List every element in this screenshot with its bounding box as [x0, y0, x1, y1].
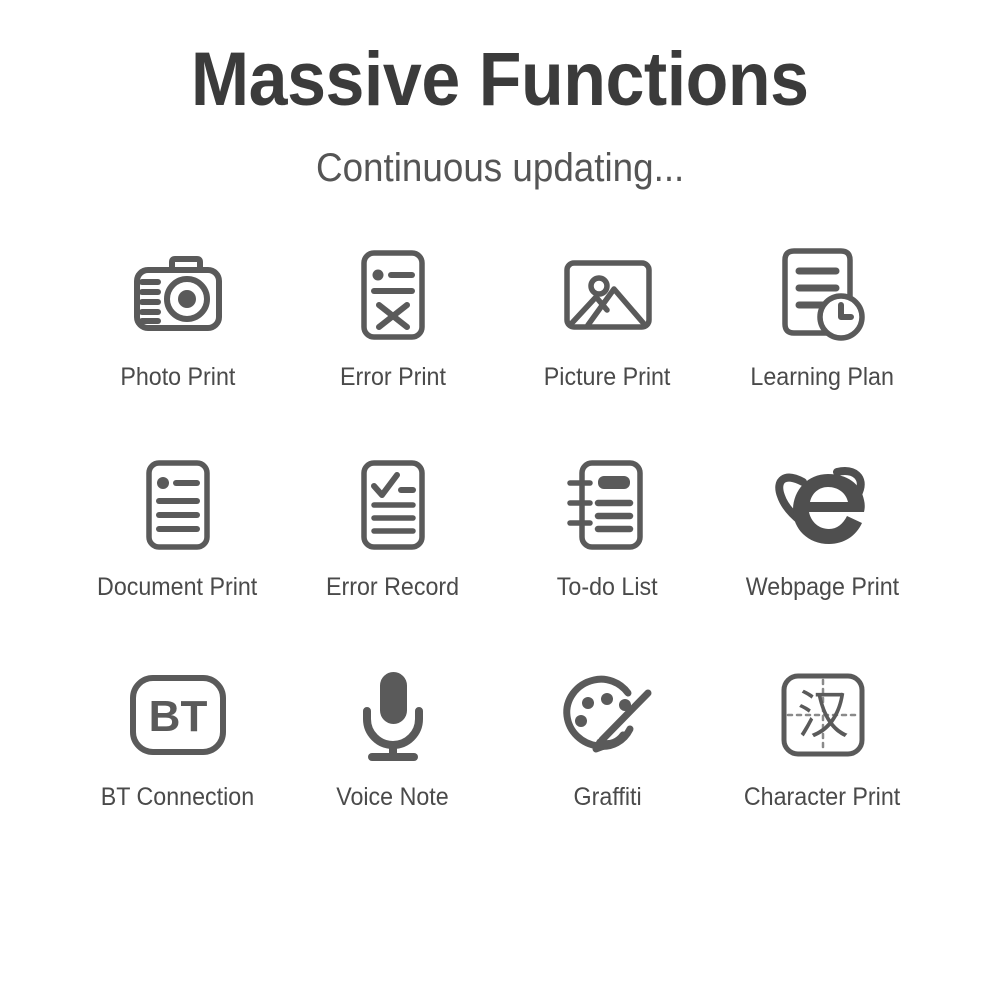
document-check-icon [355, 452, 431, 558]
feature-item-error-print[interactable]: Error Print [285, 242, 500, 442]
feature-item-webpage-print[interactable]: Webpage Print [715, 452, 930, 652]
feature-item-bt-connection[interactable]: BT BT Connection [70, 662, 285, 862]
bluetooth-bt-icon: BT [128, 662, 228, 768]
bt-glyph: BT [148, 692, 207, 741]
feature-label: Graffiti [573, 782, 642, 811]
feature-item-picture-print[interactable]: Picture Print [500, 242, 715, 442]
feature-grid: Photo Print Error Print Picture Print Le… [70, 242, 930, 862]
internet-explorer-icon [773, 452, 873, 558]
feature-item-todo-list[interactable]: To-do List [500, 452, 715, 652]
feature-item-learning-plan[interactable]: Learning Plan [715, 242, 930, 442]
feature-item-voice-note[interactable]: Voice Note [285, 662, 500, 862]
feature-item-character-print[interactable]: 汉 Character Print [715, 662, 930, 862]
page-title: Massive Functions [191, 37, 809, 122]
feature-label: Voice Note [336, 782, 449, 811]
document-clock-icon [777, 242, 869, 348]
cjk-glyph: 汉 [796, 686, 848, 746]
image-picture-icon [561, 242, 655, 348]
feature-label: Character Print [744, 782, 901, 811]
document-lines-icon [140, 452, 216, 558]
notebook-icon [564, 452, 652, 558]
feature-label: Picture Print [544, 362, 671, 391]
feature-item-document-print[interactable]: Document Print [70, 452, 285, 652]
chinese-character-icon: 汉 [779, 662, 867, 768]
feature-label: Learning Plan [750, 362, 895, 391]
feature-label: Error Record [325, 572, 460, 601]
feature-label: Error Print [339, 362, 446, 391]
page-subtitle: Continuous updating... [315, 145, 685, 190]
feature-item-graffiti[interactable]: Graffiti [500, 662, 715, 862]
massive-functions-page: Massive Functions Continuous updating... [0, 0, 1000, 1000]
feature-label: BT Connection [100, 782, 255, 811]
microphone-icon [353, 662, 433, 768]
feature-item-error-record[interactable]: Error Record [285, 452, 500, 652]
palette-brush-icon [560, 662, 656, 768]
feature-label: Webpage Print [745, 572, 900, 601]
feature-label: To-do List [557, 572, 658, 601]
feature-label: Document Print [97, 572, 258, 601]
camera-icon [128, 242, 228, 348]
feature-item-photo-print[interactable]: Photo Print [70, 242, 285, 442]
document-error-icon [355, 242, 431, 348]
feature-label: Photo Print [119, 362, 236, 391]
